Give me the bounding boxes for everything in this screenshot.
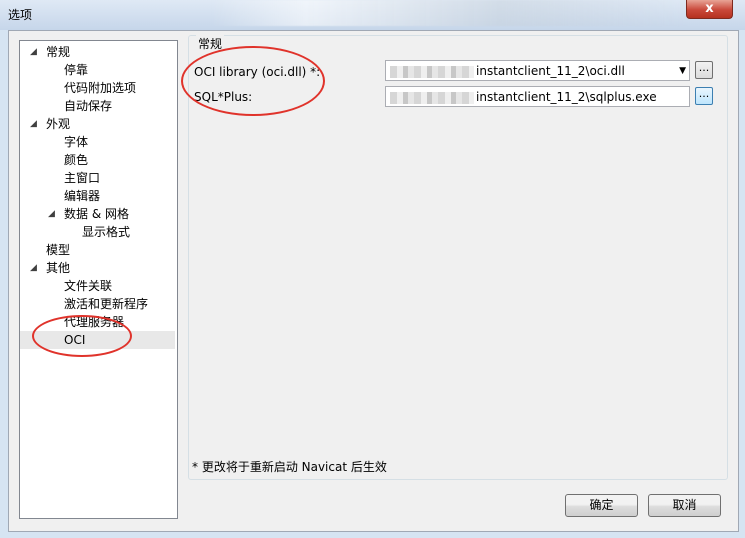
oci-library-value: instantclient_11_2\oci.dll xyxy=(476,64,625,78)
tree-item-label: 停靠 xyxy=(64,63,89,77)
annotation-circle-fields xyxy=(181,46,325,116)
tree-item[interactable]: 文件关联 xyxy=(20,277,175,295)
tree-item-label: 自动保存 xyxy=(64,99,113,113)
tree-item[interactable]: ◢ 其他 xyxy=(20,259,175,277)
tree-item[interactable]: 字体 xyxy=(20,133,175,151)
dialog-body: ◢ 常规停靠代码附加选项 自动保存 ◢ 外观字体颜色主窗口编辑器 ◢ 数据 & 网格显示格式… xyxy=(8,30,739,532)
chevron-down-icon: ▼ xyxy=(679,66,686,76)
tree-item[interactable]: 代码附加选项 xyxy=(20,79,175,97)
tree-item[interactable]: 模型 xyxy=(20,241,175,259)
tree-item[interactable]: 激活和更新程序 xyxy=(20,295,175,313)
expand-arrow-icon[interactable]: ◢ xyxy=(30,115,37,133)
restart-note: * 更改将于重新启动 Navicat 后生效 xyxy=(192,460,387,474)
tree-item-label: 代码附加选项 xyxy=(64,81,137,95)
window-title: 选项 xyxy=(8,8,33,22)
expand-arrow-icon[interactable]: ◢ xyxy=(30,43,37,61)
tree-item-label: 文件关联 xyxy=(64,279,113,293)
tree-item[interactable]: ◢ 外观 xyxy=(20,115,175,133)
redacted-path xyxy=(390,92,474,104)
background-window-blur xyxy=(210,0,690,26)
annotation-circle-oci xyxy=(32,315,132,357)
tree-item-label: 编辑器 xyxy=(64,189,101,203)
tree-item-label: 激活和更新程序 xyxy=(64,297,149,311)
sqlplus-field[interactable]: instantclient_11_2\sqlplus.exe xyxy=(385,86,690,107)
title-bar: 选项 x xyxy=(0,0,745,30)
tree-item-label: 字体 xyxy=(64,135,89,149)
ok-button[interactable]: 确定 xyxy=(565,494,638,517)
tree-item[interactable]: 编辑器 xyxy=(20,187,175,205)
tree-item-label: 显示格式 xyxy=(82,225,131,239)
sqlplus-browse-button[interactable]: ... xyxy=(695,87,713,105)
tree-item[interactable]: 显示格式 xyxy=(20,223,175,241)
tree-item[interactable]: 主窗口 xyxy=(20,169,175,187)
tree-item[interactable]: 停靠 xyxy=(20,61,175,79)
tree-item[interactable]: ◢ 数据 & 网格 xyxy=(20,205,175,223)
tree-item-label: 其他 xyxy=(46,261,71,275)
tree-item[interactable]: ◢ 常规 xyxy=(20,43,175,61)
expand-arrow-icon[interactable]: ◢ xyxy=(30,259,37,277)
tree-item-label: 数据 & 网格 xyxy=(64,207,129,221)
tree-item-label: 常规 xyxy=(46,45,71,59)
oci-library-dropdown[interactable]: instantclient_11_2\oci.dll ▼ xyxy=(385,60,690,81)
options-tree[interactable]: ◢ 常规停靠代码附加选项 自动保存 ◢ 外观字体颜色主窗口编辑器 ◢ 数据 & 网格显示格式… xyxy=(19,40,178,519)
expand-arrow-icon[interactable]: ◢ xyxy=(48,205,55,223)
tree-item-label: 颜色 xyxy=(64,153,89,167)
oci-browse-button[interactable]: ... xyxy=(695,61,713,79)
sqlplus-value: instantclient_11_2\sqlplus.exe xyxy=(476,90,657,104)
tree-item[interactable]: 颜色 xyxy=(20,151,175,169)
tree-item-label: 外观 xyxy=(46,117,71,131)
redacted-path xyxy=(390,66,474,78)
tree-item[interactable]: 自动保存 xyxy=(20,97,175,115)
close-button[interactable]: x xyxy=(686,0,733,19)
cancel-button[interactable]: 取消 xyxy=(648,494,721,517)
tree-item-label: 模型 xyxy=(46,243,71,257)
tree-item-label: 主窗口 xyxy=(64,171,101,185)
